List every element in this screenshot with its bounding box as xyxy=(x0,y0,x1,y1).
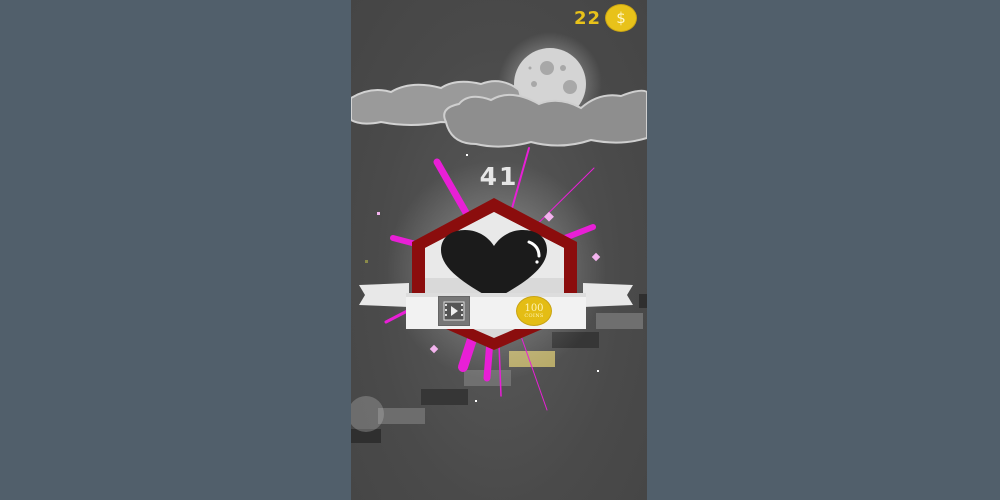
game-viewport[interactable]: 22 $ 41 100 COINS xyxy=(351,0,647,500)
coin-reward-button[interactable]: 100 COINS xyxy=(516,296,552,326)
dollar-coin-icon: $ xyxy=(605,4,637,32)
film-play-icon xyxy=(443,301,465,321)
game-scene xyxy=(351,32,647,443)
reward-amount: 100 xyxy=(524,302,544,314)
watch-video-button[interactable] xyxy=(438,296,470,326)
clouds xyxy=(351,80,647,148)
reward-unit: COINS xyxy=(524,312,544,319)
coin-counter: 22 $ xyxy=(574,4,637,32)
coin-count: 22 xyxy=(573,7,601,29)
score-label: 41 xyxy=(479,162,519,191)
